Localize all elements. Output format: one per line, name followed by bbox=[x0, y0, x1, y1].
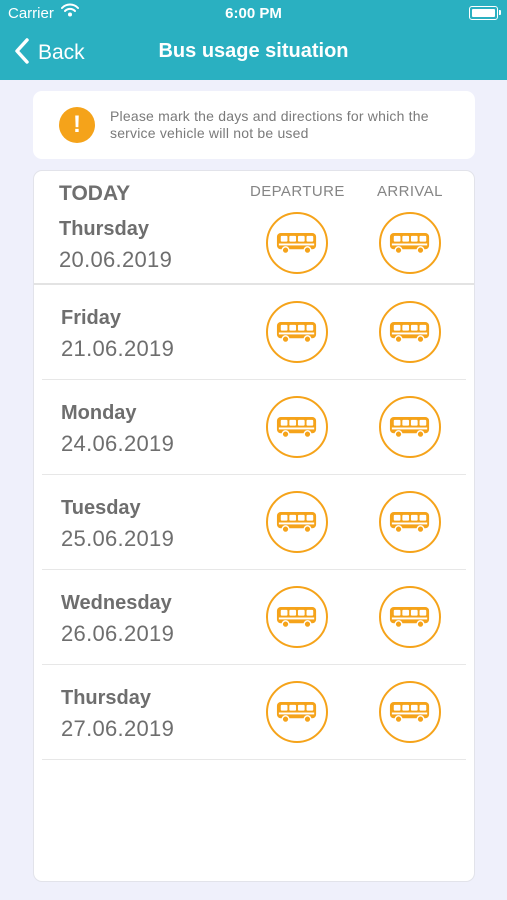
list-item: Wednesday 26.06.2019 bbox=[42, 570, 466, 665]
bus-usage-card: TODAY DEPARTURE ARRIVAL Thursday 20.06.2… bbox=[33, 170, 475, 882]
arrival-toggle[interactable] bbox=[379, 212, 441, 274]
arrival-toggle[interactable] bbox=[379, 301, 441, 363]
bus-icon bbox=[276, 511, 318, 534]
arrival-toggle[interactable] bbox=[379, 396, 441, 458]
status-bar: Carrier 6:00 PM bbox=[0, 0, 507, 26]
battery-icon bbox=[469, 6, 501, 20]
departure-toggle[interactable] bbox=[266, 396, 328, 458]
page-title: Bus usage situation bbox=[158, 40, 349, 62]
today-label: TODAY bbox=[59, 182, 131, 205]
bus-icon bbox=[276, 701, 318, 724]
today-row: TODAY DEPARTURE ARRIVAL Thursday 20.06.2… bbox=[34, 171, 474, 285]
departure-toggle[interactable] bbox=[266, 491, 328, 553]
bus-icon bbox=[389, 701, 431, 724]
row-date: 27.06.2019 bbox=[61, 716, 175, 741]
departure-toggle[interactable] bbox=[266, 681, 328, 743]
notice-text: Please mark the days and directions for … bbox=[110, 108, 429, 141]
warning-icon: ! bbox=[59, 107, 95, 143]
list-item: Monday 24.06.2019 bbox=[42, 380, 466, 475]
row-date: 25.06.2019 bbox=[61, 526, 175, 551]
row-day: Friday bbox=[61, 307, 122, 329]
arrival-toggle[interactable] bbox=[379, 586, 441, 648]
arrival-column-header: ARRIVAL bbox=[377, 183, 443, 200]
bus-icon bbox=[389, 416, 431, 439]
bus-icon bbox=[276, 232, 318, 255]
row-date: 21.06.2019 bbox=[61, 336, 175, 361]
row-day: Tuesday bbox=[61, 497, 141, 519]
bus-icon bbox=[389, 511, 431, 534]
navigation-bar: Carrier 6:00 PM Back Bus usage situation bbox=[0, 0, 507, 80]
list-item: Friday 21.06.2019 bbox=[42, 285, 466, 380]
departure-column-header: DEPARTURE bbox=[250, 183, 345, 200]
row-day: Thursday bbox=[61, 687, 152, 709]
bus-icon bbox=[276, 321, 318, 344]
list-item: Tuesday 25.06.2019 bbox=[42, 475, 466, 570]
list-item: Thursday 27.06.2019 bbox=[42, 665, 466, 760]
arrival-toggle[interactable] bbox=[379, 681, 441, 743]
bus-icon bbox=[389, 232, 431, 255]
departure-toggle[interactable] bbox=[266, 586, 328, 648]
row-date: 24.06.2019 bbox=[61, 431, 175, 456]
bus-icon bbox=[276, 606, 318, 629]
row-day: Wednesday bbox=[61, 592, 172, 614]
arrival-toggle[interactable] bbox=[379, 491, 441, 553]
bus-icon bbox=[276, 416, 318, 439]
bus-icon bbox=[389, 321, 431, 344]
row-day: Monday bbox=[61, 402, 137, 424]
row-date: 20.06.2019 bbox=[59, 247, 173, 272]
row-day: Thursday bbox=[59, 218, 150, 240]
status-time: 6:00 PM bbox=[225, 5, 282, 22]
bus-icon bbox=[389, 606, 431, 629]
row-date: 26.06.2019 bbox=[61, 621, 175, 646]
notice-banner: ! Please mark the days and directions fo… bbox=[33, 91, 475, 159]
departure-toggle[interactable] bbox=[266, 212, 328, 274]
departure-toggle[interactable] bbox=[266, 301, 328, 363]
